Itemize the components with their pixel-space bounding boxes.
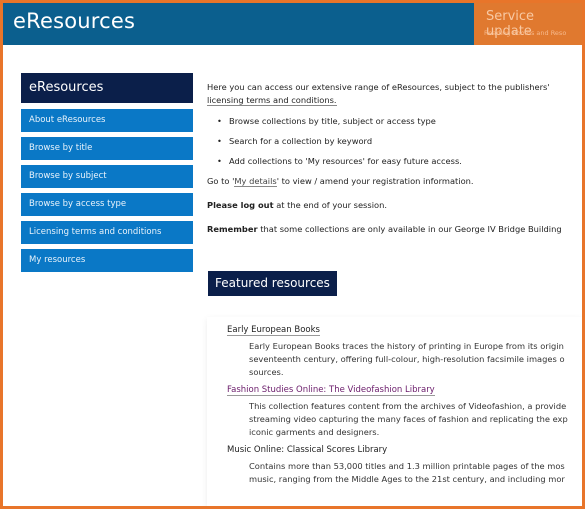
list-item: Browse collections by title, subject or … [207, 115, 582, 135]
main-content: Here you can access our extensive range … [207, 81, 582, 506]
description-line: music, ranging from the Middle Ages to t… [249, 474, 565, 484]
description-line: Early European Books traces the history … [249, 341, 564, 351]
feature-list: Browse collections by title, subject or … [207, 115, 582, 175]
details-paragraph: Go to 'My details' to view / amend your … [207, 175, 582, 199]
details-text-after: ' to view / amend your registration info… [276, 176, 474, 186]
remember-paragraph: Remember that some collections are only … [207, 223, 582, 247]
resource-item-music: Music Online: Classical Scores Library C… [227, 443, 582, 486]
description-line: iconic garments and designers. [249, 427, 380, 437]
logout-text: at the end of your session. [273, 200, 387, 210]
service-update-panel[interactable]: Service update Reading Rooms and Reso [474, 3, 582, 45]
sidebar: eResources About eResources Browse by ti… [21, 73, 193, 277]
list-item: Add collections to 'My resources' for ea… [207, 155, 582, 175]
description-line: Contains more than 53,000 titles and 1.3… [249, 461, 565, 471]
site-title[interactable]: eResources [13, 9, 135, 33]
description-line: This collection features content from th… [249, 401, 567, 411]
resource-item-early-european: Early European Books Early European Book… [227, 323, 582, 379]
resource-description: Early European Books traces the history … [227, 340, 582, 379]
logout-emphasis: Please log out [207, 200, 274, 210]
resource-link-early-european[interactable]: Early European Books [227, 325, 320, 336]
description-line: streaming video capturing the many faces… [249, 414, 568, 424]
logout-paragraph: Please log out at the end of your sessio… [207, 199, 582, 223]
resource-description: Contains more than 53,000 titles and 1.3… [227, 460, 582, 486]
service-update-subtitle[interactable]: Reading Rooms and Reso [484, 29, 566, 37]
sidebar-item-browse-subject[interactable]: Browse by subject [21, 165, 193, 188]
featured-resources-panel: Early European Books Early European Book… [207, 317, 582, 506]
resource-link-music[interactable]: Music Online: Classical Scores Library [227, 445, 387, 455]
sidebar-item-licensing[interactable]: Licensing terms and conditions [21, 221, 193, 244]
remember-emphasis: Remember [207, 224, 258, 234]
resource-description: This collection features content from th… [227, 400, 582, 439]
resource-item-fashion: Fashion Studies Online: The Videofashion… [227, 383, 582, 439]
page-frame: eResources Service update Reading Rooms … [0, 0, 585, 509]
sidebar-item-browse-access[interactable]: Browse by access type [21, 193, 193, 216]
details-text-before: Go to ' [207, 176, 235, 186]
my-details-link[interactable]: My details [234, 176, 277, 187]
list-item: Search for a collection by keyword [207, 135, 582, 155]
sidebar-title: eResources [21, 73, 193, 103]
intro-paragraph: Here you can access our extensive range … [207, 81, 582, 107]
featured-heading: Featured resources [208, 271, 337, 296]
sidebar-item-browse-title[interactable]: Browse by title [21, 137, 193, 160]
top-banner: eResources Service update Reading Rooms … [3, 3, 582, 45]
resource-link-fashion[interactable]: Fashion Studies Online: The Videofashion… [227, 385, 435, 396]
intro-text: Here you can access our extensive range … [207, 82, 550, 92]
sidebar-item-about[interactable]: About eResources [21, 109, 193, 132]
description-line: seventeenth century, offering full-colou… [249, 354, 565, 364]
remember-text: that some collections are only available… [257, 224, 562, 234]
description-line: sources. [249, 367, 284, 377]
licensing-link[interactable]: licensing terms and conditions. [207, 95, 337, 106]
sidebar-item-my-resources[interactable]: My resources [21, 249, 193, 272]
